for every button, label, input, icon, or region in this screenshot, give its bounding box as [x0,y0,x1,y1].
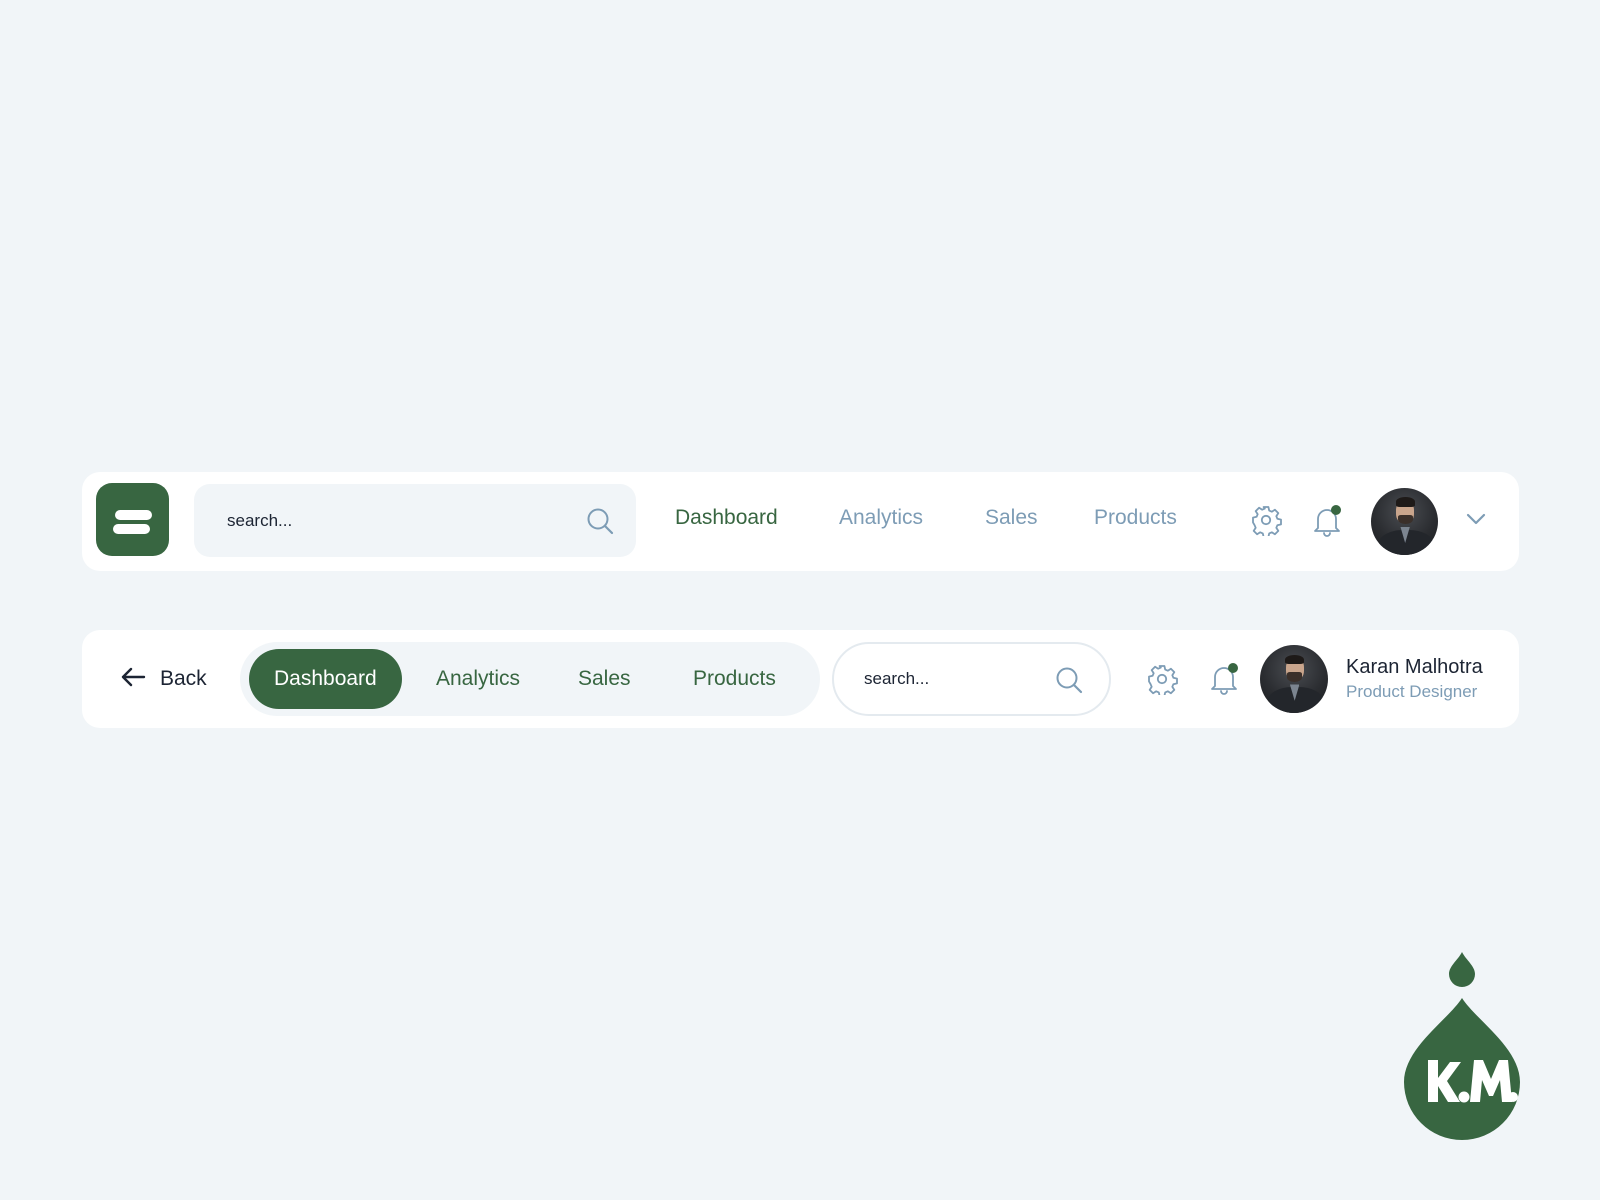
navbar-v2: Back Dashboard Analytics Sales Products [82,630,1519,728]
search-icon[interactable] [1055,666,1083,694]
brand-logo [1400,948,1520,1144]
gear-icon[interactable] [1250,504,1282,536]
notification-dot [1228,663,1238,673]
menu-button[interactable] [96,483,169,556]
search-box [832,642,1111,716]
search-box [194,484,636,557]
avatar-beard [1397,514,1413,525]
avatar-hair [1285,654,1305,665]
avatar-hair [1395,497,1415,507]
brand-drop-icon [1404,952,1520,1140]
nav-item-products[interactable]: Products [1094,506,1177,530]
tab-group: Dashboard Analytics Sales Products [240,642,820,716]
tab-products[interactable]: Products [693,649,776,709]
tab-sales[interactable]: Sales [578,649,631,709]
back-label: Back [160,667,207,690]
nav-item-analytics[interactable]: Analytics [839,506,923,530]
gear-icon[interactable] [1146,663,1178,695]
chevron-down-icon[interactable] [1465,512,1487,526]
arrow-left-icon [120,666,146,693]
tab-analytics[interactable]: Analytics [436,649,520,709]
user-role: Product Designer [1346,682,1478,701]
nav-item-dashboard[interactable]: Dashboard [675,506,778,530]
user-name: Karan Malhotra [1346,656,1483,678]
menu-icon-line [113,524,150,534]
tab-dashboard[interactable]: Dashboard [249,649,402,709]
avatar-beard [1287,672,1303,682]
search-icon[interactable] [586,507,614,535]
avatar[interactable] [1371,488,1438,555]
menu-icon-line [115,510,152,520]
notification-dot [1331,505,1341,515]
nav-item-sales[interactable]: Sales [985,506,1038,530]
avatar[interactable] [1260,645,1328,713]
navbar-v1: Dashboard Analytics Sales Products [82,472,1519,571]
search-input[interactable] [194,484,636,557]
back-button[interactable]: Back [120,656,207,702]
